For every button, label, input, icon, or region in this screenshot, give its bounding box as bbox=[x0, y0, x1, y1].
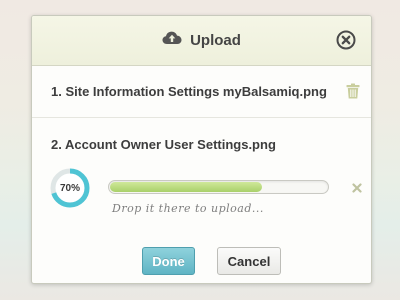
progress-ring: 70% bbox=[50, 168, 90, 208]
file-name: 2. Account Owner User Settings.png bbox=[51, 137, 276, 152]
drop-hint: Drop it there to upload... bbox=[112, 202, 264, 215]
cancel-x-icon bbox=[352, 183, 362, 193]
dialog-title-group: Upload bbox=[32, 16, 371, 65]
progress-bar-fill bbox=[110, 182, 262, 192]
trash-icon bbox=[346, 83, 360, 99]
close-button[interactable] bbox=[336, 30, 356, 50]
cloud-upload-icon bbox=[162, 31, 182, 50]
progress-bar bbox=[108, 180, 329, 194]
close-icon bbox=[336, 30, 356, 50]
upload-dialog: Upload 1. Site Information Settings myBa… bbox=[31, 15, 372, 284]
dialog-title: Upload bbox=[190, 32, 241, 49]
file-row-uploaded: 1. Site Information Settings myBalsamiq.… bbox=[32, 66, 371, 118]
file-name: 1. Site Information Settings myBalsamiq.… bbox=[51, 84, 327, 99]
cancel-button[interactable]: Cancel bbox=[217, 247, 281, 275]
progress-percent: 70% bbox=[59, 182, 80, 194]
done-button[interactable]: Done bbox=[142, 247, 195, 275]
delete-file-button[interactable] bbox=[346, 83, 360, 99]
dialog-header: Upload bbox=[32, 16, 371, 66]
cancel-upload-button[interactable] bbox=[352, 180, 362, 193]
file-row-uploading: 2. Account Owner User Settings.png 70% D… bbox=[32, 118, 371, 282]
